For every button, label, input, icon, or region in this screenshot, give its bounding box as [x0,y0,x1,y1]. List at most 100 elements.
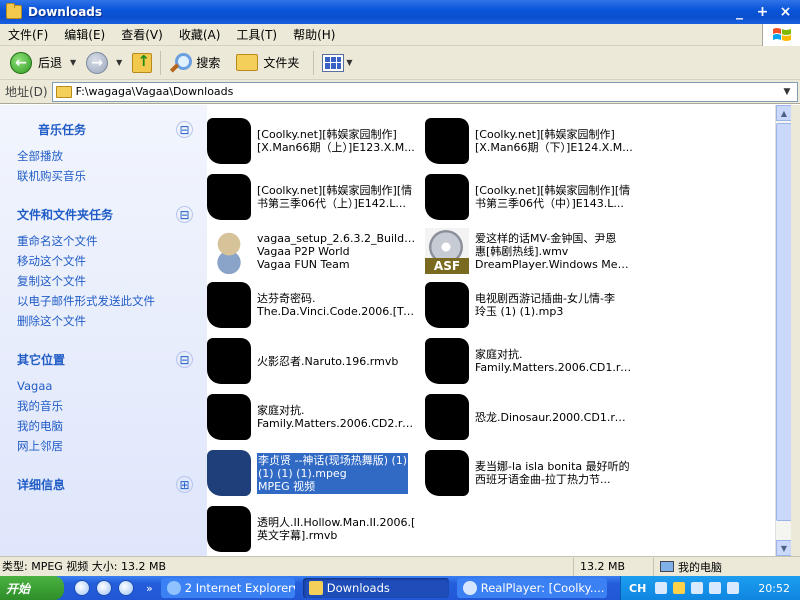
move-file-link[interactable]: 移动这个文件 [17,251,197,271]
vertical-scrollbar[interactable]: ▲ ▼ [775,105,792,556]
forward-arrow-icon: → [86,51,109,74]
file-item[interactable]: 家庭对抗. Family.Matters.2006.CD2.rmvb [207,391,417,443]
minimize-button[interactable]: _ [729,2,750,22]
views-dropdown-icon: ▼ [346,58,353,67]
group-header[interactable]: 音乐任务 ⊟ [8,117,197,142]
file-item[interactable]: vagaa_setup_2.6.3.2_Build04... Vagaa P2P … [207,225,417,277]
media-player-icon[interactable] [118,580,134,596]
quick-launch-chevron[interactable]: » [146,582,153,595]
collapse-icon[interactable]: ⊟ [176,351,193,368]
file-thumbnail [207,338,251,384]
file-thumbnail [425,338,469,384]
file-name-line2: 西班牙语金曲-拉丁热力节... [475,473,611,486]
toolbar-separator [160,50,162,75]
file-item-selected[interactable]: 李贞贤 --神话(现场热舞版) (1) (1) (1) (1).mpeg MPEG … [207,447,417,499]
collapse-icon[interactable]: ⊟ [176,121,193,138]
asf-label: ASF [425,258,469,274]
status-size: 13.2 MB [574,557,654,576]
file-item[interactable]: 麦当娜-la isla bonita 最好听的 西班牙语金曲-拉丁热力节... [425,447,635,499]
play-all-link[interactable]: 全部播放 [17,146,197,166]
menu-help[interactable]: 帮助(H) [285,26,343,43]
place-network-link[interactable]: 网上邻居 [17,436,197,456]
file-name-line2: 惠[韩剧热线].wmv [475,244,569,258]
clock[interactable]: 20:52 [758,582,800,595]
ie-icon[interactable] [74,580,90,596]
tray-keyboard-icon[interactable] [655,582,667,594]
file-tasks-group: 文件和文件夹任务 ⊟ 重命名这个文件 移动这个文件 复制这个文件 以电子邮件形式… [8,202,197,335]
menu-favorites[interactable]: 收藏(A) [171,26,229,43]
email-file-link[interactable]: 以电子邮件形式发送此文件 [17,291,197,311]
taskbar-button-realplayer[interactable]: RealPlayer: [Coolky.... [456,578,607,598]
task-label: RealPlayer: [Coolky.... [480,581,605,595]
address-input[interactable]: F:\wagaga\Vagaa\Downloads ▼ [51,81,798,102]
scroll-thumb[interactable] [776,123,792,521]
file-item[interactable]: [Coolky.net][韩娱家园制作][情 书第三季06代（中）]E143.L.… [425,171,635,223]
place-my-computer-link[interactable]: 我的电脑 [17,416,197,436]
file-name: 电视剧西游记插曲-女儿情-李 [475,292,615,305]
media-player-icon[interactable] [96,580,112,596]
search-button[interactable]: 搜索 [165,48,224,78]
file-item[interactable]: 火影忍者.Naruto.196.rmvb [207,335,417,387]
file-name: 家庭对抗. [257,404,305,417]
language-indicator[interactable]: CH [629,582,649,595]
file-name-line2: [X.Man66期（下）]E124.X.M... [475,141,633,154]
views-button[interactable]: ▼ [318,48,362,78]
windows-logo-icon [762,24,800,46]
file-thumbnail [425,394,469,440]
file-item[interactable]: 电视剧西游记插曲-女儿情-李 玲玉 (1) (1).mp3 [425,279,635,331]
file-item[interactable]: ASF 爱这样的话MV-金钟国、尹恩 惠[韩剧热线].wmv DreamPlayer… [425,225,635,277]
file-name: 火影忍者.Naruto.196.rmvb [257,354,399,368]
file-item[interactable]: 达芬奇密码. The.Da.Vinci.Code.2006.[TC... [207,279,417,331]
file-name-line2: 玲玉 (1) (1).mp3 [475,305,564,318]
rename-file-link[interactable]: 重命名这个文件 [17,231,197,251]
group-dropdown-icon: ▼ [293,584,295,593]
menu-file[interactable]: 文件(F) [0,26,56,43]
title-bar[interactable]: Downloads _ + × [0,0,800,24]
back-button[interactable]: ← 后退 [6,48,66,78]
back-dropdown-icon[interactable]: ▼ [70,58,76,67]
start-button[interactable]: 开始 [0,576,64,600]
group-header[interactable]: 文件和文件夹任务 ⊟ [8,202,197,227]
scroll-down-button[interactable]: ▼ [776,540,792,556]
menu-tools[interactable]: 工具(T) [228,26,285,43]
taskbar-button-ie[interactable]: 2 Internet Explorer ▼ [160,578,295,598]
file-item[interactable]: 透明人.II.Hollow.Man.II.2006.[英文字幕].rmvb [207,503,417,555]
place-vagaa-link[interactable]: Vagaa [17,376,197,396]
file-name-line2: 书第三季06代（上）]E142.L... [257,197,406,210]
maximize-button[interactable]: + [752,2,773,22]
copy-file-link[interactable]: 复制这个文件 [17,271,197,291]
collapse-icon[interactable]: ⊟ [176,206,193,223]
file-item[interactable]: [Coolky.net][韩娱家园制作][情 书第三季06代（上）]E142.L.… [207,171,417,223]
menu-edit[interactable]: 编辑(E) [56,26,113,43]
file-item[interactable]: [Coolky.net][韩娱家园制作] [X.Man66期（上）]E123.X.… [207,115,417,167]
tray-network-icon[interactable] [691,582,703,594]
tray-app-icon[interactable] [727,582,739,594]
file-list[interactable]: [Coolky.net][韩娱家园制作] [X.Man66期（上）]E123.X.… [207,105,775,556]
tray-volume-icon[interactable] [709,582,721,594]
file-thumbnail [425,282,469,328]
file-name-line2: The.Da.Vinci.Code.2006.[TC... [257,305,417,318]
file-item[interactable]: 家庭对抗. Family.Matters.2006.CD1.rmvb [425,335,635,387]
scroll-up-button[interactable]: ▲ [776,105,792,121]
group-header[interactable]: 其它位置 ⊟ [8,347,197,372]
close-button[interactable]: × [775,2,796,22]
address-dropdown-icon[interactable]: ▼ [779,84,795,100]
expand-icon[interactable]: ⊞ [176,476,193,493]
file-item[interactable]: 恐龙.Dinosaur.2000.CD1.rmvb [425,391,635,443]
file-name: 李贞贤 --神话(现场热舞版) (1) [258,453,408,467]
up-button[interactable] [128,48,156,78]
taskbar-button-downloads[interactable]: Downloads [302,578,449,598]
place-my-music-link[interactable]: 我的音乐 [17,396,197,416]
buy-music-online-link[interactable]: 联机购买音乐 [17,166,197,186]
group-title: 其它位置 [17,353,66,367]
group-header[interactable]: 详细信息 ⊞ [8,472,197,497]
delete-file-link[interactable]: 删除这个文件 [17,311,197,331]
menu-view[interactable]: 查看(V) [113,26,171,43]
forward-dropdown-icon[interactable]: ▼ [116,58,122,67]
file-item[interactable]: [Coolky.net][韩娱家园制作] [X.Man66期（下）]E124.X.… [425,115,635,167]
window-controls: _ + × [729,2,796,22]
task-label: 2 Internet Explorer [184,581,293,595]
folders-button[interactable]: 文件夹 [232,48,303,78]
forward-button[interactable]: → [82,48,112,78]
tray-security-icon[interactable] [673,582,685,594]
